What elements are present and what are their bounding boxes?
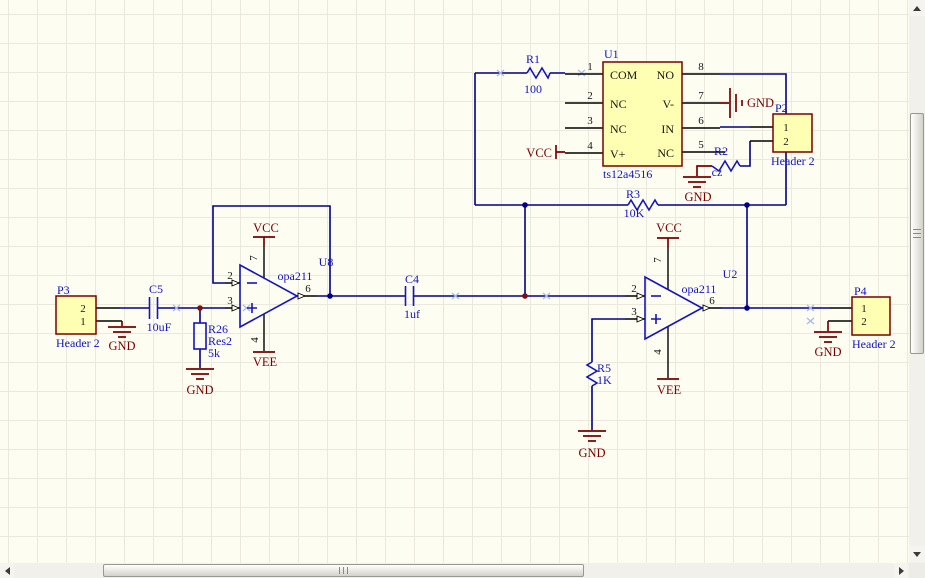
scroll-right-button[interactable] [894, 563, 908, 578]
r3-value[interactable]: 10K [624, 206, 645, 220]
p4-pin-number: 1 [861, 303, 867, 315]
u1-designator[interactable]: U1 [604, 47, 619, 61]
sheet-grid [0, 0, 909, 563]
u2-part[interactable]: opa211 [682, 282, 717, 296]
r26-value[interactable]: 5k [208, 346, 220, 360]
u1-pin-name: COM [610, 68, 638, 82]
u1-pin-name: NC [657, 146, 674, 160]
r1-designator[interactable]: R1 [526, 52, 540, 66]
c4-value[interactable]: 1uf [404, 307, 420, 321]
u1-pin-name: NC [610, 122, 627, 136]
u1-part[interactable]: ts12a4516 [603, 167, 652, 181]
u1-pin-number: 7 [698, 90, 704, 102]
u1-pin-number: 4 [587, 140, 593, 152]
u1-pin-name: IN [661, 122, 674, 136]
p3-pin-number: 1 [80, 316, 86, 328]
p3-body[interactable] [55, 295, 97, 335]
p2-designator[interactable]: P2 [775, 101, 788, 115]
u2-pin-number: 4 [652, 349, 664, 355]
vee-label: VEE [253, 355, 278, 369]
p2-pin-number: 1 [783, 122, 789, 134]
scroll-down-button[interactable] [909, 546, 925, 562]
p2-pin-number: 2 [783, 136, 789, 148]
gnd-label: GND [578, 446, 605, 460]
schematic-canvas[interactable]: U1 ts12a4516 1 2 3 4 8 7 6 5 COM NC NC V… [0, 0, 925, 578]
r2-value[interactable]: cz [712, 165, 723, 179]
horizontal-scroll-thumb[interactable] [103, 564, 584, 577]
gnd-label: GND [108, 339, 135, 353]
u2-pin-number: 3 [631, 306, 637, 318]
vertical-scroll-thumb[interactable] [910, 113, 924, 354]
c5-designator[interactable]: C5 [149, 282, 163, 296]
u2-pin-number: 2 [631, 283, 637, 295]
u2-designator[interactable]: U2 [723, 267, 738, 281]
down-arrow-icon [913, 551, 921, 557]
u1-pin-number: 3 [587, 115, 593, 127]
p3-part[interactable]: Header 2 [56, 336, 100, 350]
gnd-label: GND [684, 190, 711, 204]
left-arrow-icon [4, 566, 10, 575]
c4-designator[interactable]: C4 [405, 272, 419, 286]
u1-pin-name: NO [657, 68, 675, 82]
u8-pin-number: 7 [248, 255, 260, 261]
scroll-left-button[interactable] [0, 563, 14, 578]
gnd-label: GND [186, 383, 213, 397]
r3-designator[interactable]: R3 [626, 187, 640, 201]
u8-designator[interactable]: U8 [319, 255, 334, 269]
u1-pin-name: V- [662, 97, 674, 111]
r1-value[interactable]: 100 [524, 82, 542, 96]
horizontal-scrollbar[interactable] [0, 563, 909, 578]
up-arrow-icon [913, 5, 921, 11]
u2-pin-number: 6 [709, 295, 715, 307]
u8-pin-number: 6 [305, 283, 311, 295]
u1-pin-name: V+ [610, 147, 626, 161]
vee-label: VEE [657, 383, 682, 397]
c5-value[interactable]: 10uF [147, 320, 172, 334]
gnd-label: GND [747, 96, 774, 110]
u1-pin-name: NC [610, 97, 627, 111]
u8-pin-number: 4 [249, 337, 261, 343]
vertical-scrollbar[interactable] [909, 0, 925, 563]
p4-pin-number: 2 [861, 316, 867, 328]
p3-pin-number: 2 [80, 303, 86, 315]
scroll-up-button[interactable] [909, 0, 925, 16]
p4-body[interactable] [851, 296, 891, 336]
r5-value[interactable]: 1K [597, 373, 612, 387]
vcc-label: VCC [656, 221, 682, 235]
gnd-label: GND [814, 345, 841, 359]
scrollbar-corner [909, 563, 925, 578]
p2-body[interactable] [772, 113, 813, 153]
u2-pin-number: 7 [652, 257, 664, 263]
vcc-label: VCC [526, 146, 552, 160]
p4-part[interactable]: Header 2 [852, 337, 896, 351]
u1-pin-number: 1 [587, 61, 593, 73]
schematic-editor: U1 ts12a4516 1 2 3 4 8 7 6 5 COM NC NC V… [0, 0, 925, 578]
u1-pin-number: 8 [698, 61, 704, 73]
u1-pin-number: 5 [698, 139, 704, 151]
u1-pin-number: 2 [587, 90, 593, 102]
u8-pin-number: 2 [227, 270, 233, 282]
p4-designator[interactable]: P4 [854, 284, 867, 298]
r2-designator[interactable]: R2 [714, 144, 728, 158]
u8-pin-number: 3 [227, 295, 233, 307]
vee-port-u8[interactable]: VEE [253, 351, 278, 369]
right-arrow-icon [898, 566, 904, 575]
p2-part[interactable]: Header 2 [771, 154, 815, 168]
u1-pin-number: 6 [698, 115, 704, 127]
p3-designator[interactable]: P3 [57, 283, 70, 297]
u8-part[interactable]: opa211 [278, 269, 313, 283]
vcc-label: VCC [253, 221, 279, 235]
